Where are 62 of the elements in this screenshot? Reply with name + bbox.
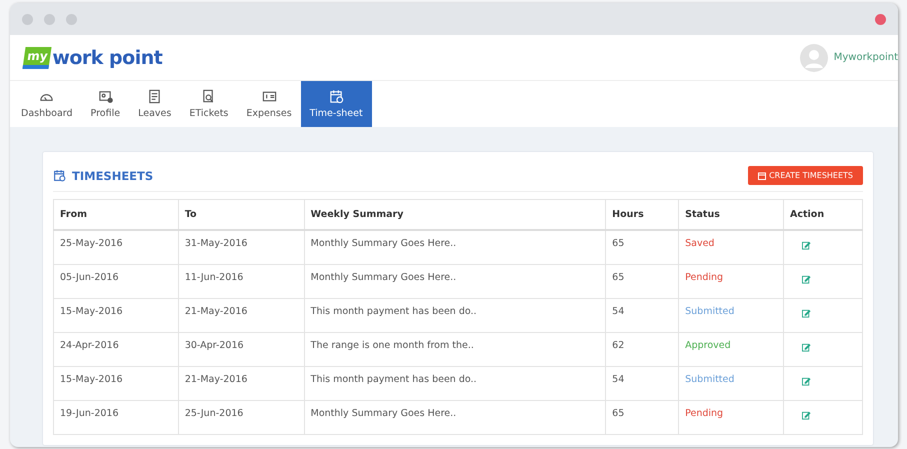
column-header: To xyxy=(178,200,304,230)
table-cell: 15-May-2016 xyxy=(54,298,178,332)
nav-tab[interactable]: Dashboard xyxy=(12,81,82,127)
table-cell: 15-May-2016 xyxy=(54,366,178,400)
table-cell: 25-Jun-2016 xyxy=(178,400,304,434)
table-cell: This month payment has been do.. xyxy=(304,298,606,332)
status-text: Pending xyxy=(685,272,724,283)
bill-icon xyxy=(262,89,276,104)
table-cell: 11-Jun-2016 xyxy=(178,264,304,298)
calendar-clock-icon xyxy=(328,89,344,104)
status-text: Submitted xyxy=(685,374,734,385)
document-icon xyxy=(147,89,162,104)
panel-title: TIMESHEETS xyxy=(72,168,154,182)
window-dot[interactable] xyxy=(22,14,33,24)
table-cell: 65 xyxy=(606,400,679,434)
nav-tab[interactable]: ETickets xyxy=(180,81,238,127)
table-cell: Monthly Summary Goes Here.. xyxy=(304,264,606,298)
table-cell: 65 xyxy=(606,264,679,298)
edit-icon[interactable] xyxy=(802,241,812,250)
table-cell: 30-Apr-2016 xyxy=(178,332,304,366)
table-cell: 65 xyxy=(606,230,679,264)
edit-icon[interactable] xyxy=(802,411,812,420)
table-cell: Monthly Summary Goes Here.. xyxy=(304,400,606,434)
edit-icon[interactable] xyxy=(802,275,812,284)
nav-tab[interactable]: Profile xyxy=(82,81,130,127)
table-cell: 54 xyxy=(606,298,679,332)
table-cell: 54 xyxy=(606,366,679,400)
edit-icon[interactable] xyxy=(802,309,812,318)
id-card-icon xyxy=(98,89,113,104)
calendar-clock-icon xyxy=(53,169,66,182)
edit-icon[interactable] xyxy=(802,343,812,352)
table-cell: 19-Jun-2016 xyxy=(54,400,178,434)
edit-icon[interactable] xyxy=(802,377,812,386)
window-dot[interactable] xyxy=(66,14,77,24)
table-cell: 21-May-2016 xyxy=(178,366,304,400)
nav-tab[interactable]: Leaves xyxy=(129,81,180,127)
column-header: Hours xyxy=(606,200,679,230)
table-cell: Monthly Summary Goes Here.. xyxy=(304,230,606,264)
window-dot[interactable] xyxy=(44,14,55,24)
table-cell: 31-May-2016 xyxy=(178,230,304,264)
column-header: From xyxy=(54,200,178,230)
logo-text: work point xyxy=(52,46,162,68)
table-cell: The range is one month from the.. xyxy=(304,332,606,366)
table-cell: 05-Jun-2016 xyxy=(54,264,178,298)
table-cell: 25-May-2016 xyxy=(54,230,178,264)
close-dot[interactable] xyxy=(875,14,886,24)
table-cell: 24-Apr-2016 xyxy=(54,332,178,366)
status-text: Submitted xyxy=(685,306,734,317)
column-header: Status xyxy=(678,200,784,230)
table-cell: This month payment has been do.. xyxy=(304,366,606,400)
column-header: Weekly Summary xyxy=(304,200,606,230)
status-text: Pending xyxy=(685,408,724,419)
create-timesheets-button[interactable]: CREATE TIMESHEETS xyxy=(748,166,863,185)
calendar-icon xyxy=(758,172,766,180)
nav-tab[interactable]: Time-sheet xyxy=(300,81,372,127)
nav-tab[interactable]: Expenses xyxy=(237,81,301,127)
table-cell: 21-May-2016 xyxy=(178,298,304,332)
table-cell: 62 xyxy=(606,332,679,366)
status-text: Saved xyxy=(685,238,714,249)
status-text: Approved xyxy=(685,340,731,351)
column-header: Action xyxy=(784,200,862,230)
logo-badge: my xyxy=(22,46,52,68)
